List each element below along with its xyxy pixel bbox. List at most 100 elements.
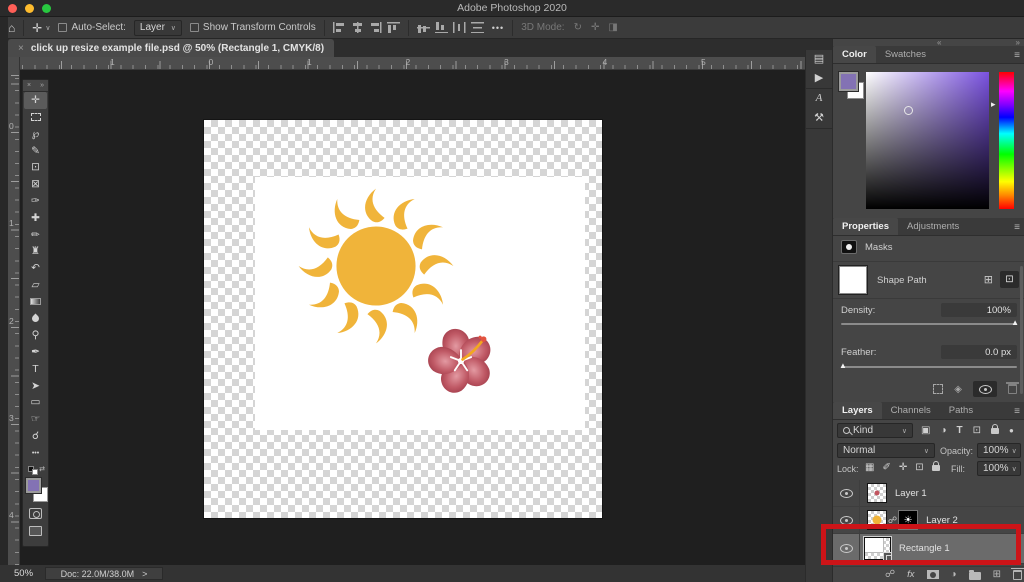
eraser-tool[interactable]: ▱ bbox=[23, 277, 48, 294]
path-selection-tool[interactable]: ➤ bbox=[23, 378, 48, 395]
current-tool-button[interactable]: ✛ ∨ bbox=[32, 22, 50, 34]
load-selection-icon[interactable] bbox=[933, 384, 943, 394]
lock-transparency-icon[interactable]: ▦ bbox=[865, 462, 874, 473]
ruler-vertical[interactable]: 01234 bbox=[8, 70, 20, 565]
layer-1-thumbnail[interactable] bbox=[867, 483, 887, 503]
home-icon[interactable]: ⌂ bbox=[8, 22, 15, 34]
feather-slider-thumb[interactable]: ▲ bbox=[839, 361, 847, 370]
lock-position-icon[interactable]: ✛ bbox=[899, 462, 907, 473]
tool-presets-panel-icon[interactable]: ⚒ bbox=[814, 112, 824, 125]
quick-selection-tool[interactable]: ✎ bbox=[23, 142, 48, 159]
layer-style-icon[interactable]: fx bbox=[907, 569, 914, 580]
apply-mask-icon[interactable]: ◈ bbox=[954, 384, 962, 395]
density-value[interactable]: 100% bbox=[941, 303, 1017, 317]
properties-scrollbar[interactable] bbox=[1020, 266, 1023, 394]
default-colors-widget[interactable]: ⇄ bbox=[23, 464, 48, 476]
tab-color[interactable]: Color bbox=[833, 46, 876, 63]
fill-dropdown[interactable]: 100% ∨ bbox=[977, 461, 1021, 476]
3d-orbit-icon[interactable]: ↻ bbox=[574, 22, 582, 33]
blur-tool[interactable] bbox=[23, 310, 48, 327]
align-vertical-centers-icon[interactable] bbox=[417, 22, 430, 33]
tab-swatches[interactable]: Swatches bbox=[876, 46, 935, 63]
distribute-vertical-icon[interactable] bbox=[471, 22, 484, 33]
rectangle-tool[interactable]: ▭ bbox=[23, 394, 48, 411]
kind-filter-dropdown[interactable]: Kind ∨ bbox=[837, 423, 913, 438]
delete-mask-icon[interactable] bbox=[1008, 384, 1017, 394]
lock-all-icon[interactable] bbox=[932, 465, 940, 471]
feather-slider[interactable] bbox=[841, 366, 1017, 368]
actions-panel-icon[interactable]: ▶ bbox=[815, 72, 823, 85]
density-slider[interactable] bbox=[841, 323, 1017, 325]
expand-icon[interactable]: » bbox=[40, 82, 44, 89]
panel-menu-icon[interactable]: ≡ bbox=[1014, 222, 1020, 233]
quick-mask-mode-button[interactable] bbox=[23, 506, 48, 523]
healing-brush-tool[interactable]: ✚ bbox=[23, 210, 48, 227]
hue-pointer-icon[interactable]: ▸ bbox=[991, 99, 996, 110]
screen-mode-button[interactable] bbox=[23, 522, 48, 539]
tab-layers[interactable]: Layers bbox=[833, 402, 882, 419]
document-size-field[interactable]: Doc: 22.0M/38.0M > bbox=[45, 567, 163, 580]
new-group-icon[interactable] bbox=[969, 572, 981, 580]
hue-slider[interactable] bbox=[999, 72, 1014, 209]
auto-select-target-dropdown[interactable]: Layer ∨ bbox=[134, 20, 182, 36]
vector-mask-button[interactable]: ⊡ bbox=[1000, 271, 1019, 288]
rectangular-marquee-tool[interactable] bbox=[23, 109, 48, 126]
lock-artboard-icon[interactable]: ⊡ bbox=[915, 462, 923, 473]
layer-row-layer-1[interactable]: Layer 1 bbox=[833, 480, 1024, 507]
lock-pixels-icon[interactable]: ✐ bbox=[882, 462, 890, 473]
tab-adjustments[interactable]: Adjustments bbox=[898, 218, 968, 235]
pen-tool[interactable]: ✒ bbox=[23, 344, 48, 361]
delete-layer-icon[interactable] bbox=[1013, 570, 1022, 580]
status-chevron-icon[interactable]: > bbox=[142, 569, 147, 579]
add-mask-icon[interactable]: ⊞ bbox=[984, 273, 993, 286]
filter-toggle-icon[interactable]: ● bbox=[1009, 426, 1014, 435]
align-right-edges-icon[interactable] bbox=[369, 22, 382, 33]
eyedropper-tool[interactable]: ✑ bbox=[23, 193, 48, 210]
dodge-tool[interactable]: ⚲ bbox=[23, 327, 48, 344]
color-field[interactable] bbox=[866, 72, 989, 209]
feather-value[interactable]: 0.0 px bbox=[941, 345, 1017, 359]
link-layers-icon[interactable]: ☍ bbox=[885, 569, 895, 580]
frame-tool[interactable]: ⊠ bbox=[23, 176, 48, 193]
auto-select-checkbox[interactable]: Auto-Select: bbox=[58, 22, 125, 33]
filter-pixel-layers-icon[interactable]: ▣ bbox=[921, 425, 930, 436]
new-layer-icon[interactable]: ⊞ bbox=[993, 569, 1001, 580]
density-slider-thumb[interactable]: ▲ bbox=[1011, 318, 1019, 327]
type-tool[interactable]: T bbox=[23, 361, 48, 378]
panel-menu-icon[interactable]: ≡ bbox=[1014, 50, 1020, 61]
foreground-color-swatch[interactable] bbox=[839, 72, 858, 91]
gradient-tool[interactable] bbox=[23, 294, 48, 311]
3d-pan-icon[interactable]: ✛ bbox=[591, 22, 599, 33]
opacity-dropdown[interactable]: 100% ∨ bbox=[977, 443, 1021, 458]
edit-toolbar[interactable]: ••• bbox=[23, 445, 48, 462]
crop-tool[interactable]: ⊡ bbox=[23, 159, 48, 176]
distribute-horizontal-icon[interactable] bbox=[453, 22, 466, 33]
mask-visibility-button[interactable] bbox=[973, 381, 997, 397]
new-adjustment-layer-icon[interactable]: ◑ bbox=[951, 569, 957, 580]
close-icon[interactable]: × bbox=[27, 82, 31, 89]
tab-properties[interactable]: Properties bbox=[833, 218, 898, 235]
blend-mode-dropdown[interactable]: Normal ∨ bbox=[837, 443, 935, 458]
align-left-edges-icon[interactable] bbox=[333, 22, 346, 33]
visibility-cell[interactable] bbox=[833, 480, 860, 506]
filter-smart-objects-icon[interactable] bbox=[991, 428, 999, 434]
hand-tool[interactable]: ☞ bbox=[23, 411, 48, 428]
tab-channels[interactable]: Channels bbox=[882, 402, 940, 419]
add-layer-mask-icon[interactable] bbox=[927, 570, 939, 579]
filter-type-layers-icon[interactable]: T bbox=[957, 425, 963, 436]
show-transform-controls-checkbox[interactable]: Show Transform Controls bbox=[190, 22, 316, 33]
foreground-color-swatch[interactable] bbox=[26, 478, 41, 493]
align-horizontal-centers-icon[interactable] bbox=[351, 22, 364, 33]
close-tab-icon[interactable]: × bbox=[18, 43, 24, 54]
align-top-edges-icon[interactable] bbox=[387, 22, 400, 33]
clone-stamp-tool[interactable]: ♜ bbox=[23, 243, 48, 260]
filter-adjustment-layers-icon[interactable]: ◑ bbox=[940, 425, 946, 436]
history-brush-tool[interactable]: ↶ bbox=[23, 260, 48, 277]
align-options-more-button[interactable]: ••• bbox=[492, 23, 504, 33]
zoom-level[interactable]: 50% bbox=[14, 568, 33, 579]
tab-paths[interactable]: Paths bbox=[940, 402, 982, 419]
move-tool[interactable]: ✛ bbox=[24, 92, 47, 109]
lasso-tool[interactable]: ℘ bbox=[23, 126, 48, 143]
document-tab[interactable]: × click up resize example file.psd @ 50%… bbox=[8, 39, 334, 57]
zoom-tool[interactable]: ☌ bbox=[23, 428, 48, 445]
